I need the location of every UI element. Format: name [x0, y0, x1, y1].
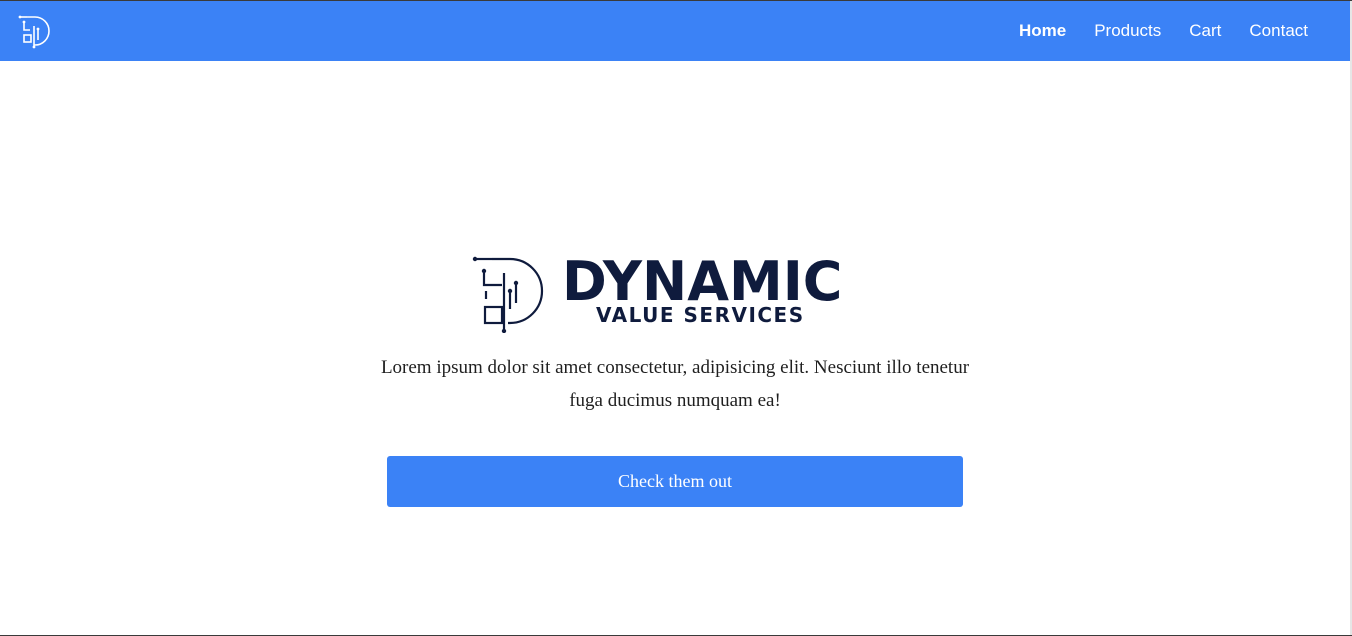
brand-mark-icon — [472, 256, 544, 333]
intro-text: Lorem ipsum dolor sit amet consectetur, … — [380, 357, 970, 411]
navbar: Home Products Cart Contact — [0, 1, 1350, 61]
nav-link-home[interactable]: Home — [1019, 21, 1066, 41]
brand-subtitle: VALUE SERVICES — [596, 303, 805, 327]
hero-section: DYNAMIC VALUE SERVICES Lorem ipsum dolor… — [0, 61, 1350, 635]
logo-icon[interactable] — [17, 13, 51, 49]
nav-link-cart[interactable]: Cart — [1189, 21, 1221, 41]
nav-link-contact[interactable]: Contact — [1249, 21, 1308, 41]
brand-logo: DYNAMIC VALUE SERVICES — [470, 251, 850, 333]
nav-link-products[interactable]: Products — [1094, 21, 1161, 41]
check-them-out-button[interactable]: Check them out — [387, 456, 963, 507]
nav-links: Home Products Cart Contact — [1019, 1, 1308, 61]
page: Home Products Cart Contact DYNAMIC VALUE… — [0, 0, 1352, 636]
